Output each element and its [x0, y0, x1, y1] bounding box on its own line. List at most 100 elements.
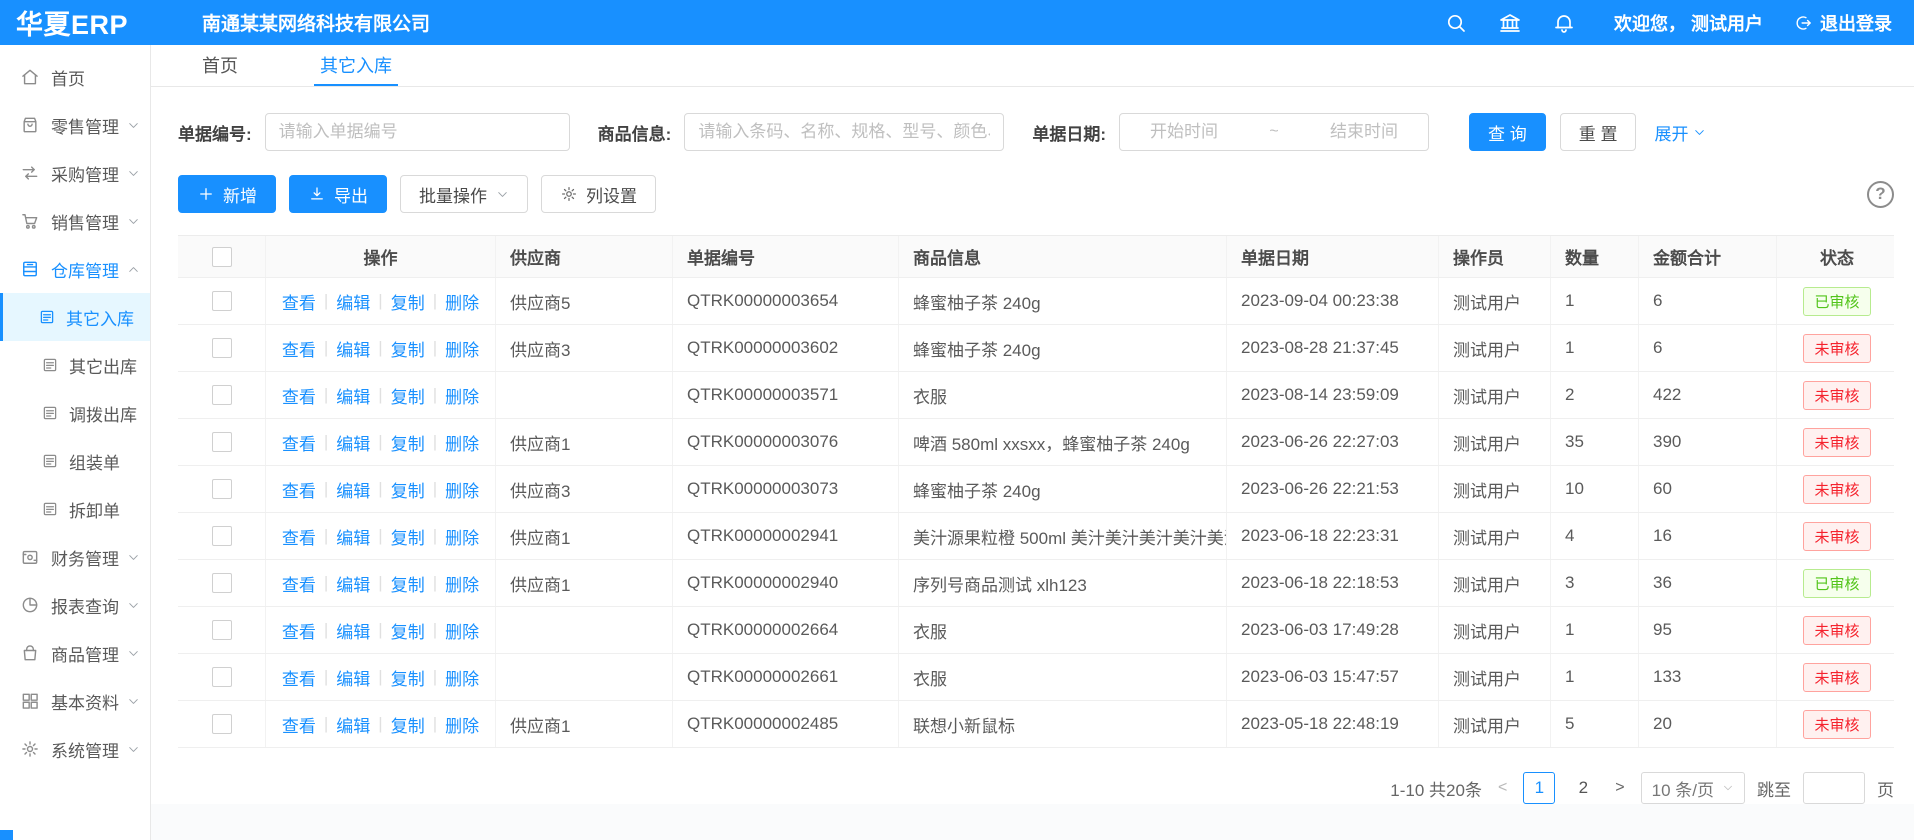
row-action-copy[interactable]: 复制: [391, 289, 425, 314]
row-checkbox[interactable]: [212, 338, 232, 358]
row-action-view[interactable]: 查看: [282, 289, 316, 314]
row-action-edit[interactable]: 编辑: [336, 571, 370, 596]
row-action-copy[interactable]: 复制: [391, 618, 425, 643]
tab-0[interactable]: 首页: [196, 45, 244, 86]
cell-operator: 测试用户: [1439, 466, 1551, 512]
row-action-view[interactable]: 查看: [282, 712, 316, 737]
cell-date: 2023-06-18 22:18:53: [1227, 560, 1439, 606]
bank-icon[interactable]: [1498, 11, 1522, 35]
sidebar-item-6[interactable]: 报表查询: [0, 581, 150, 629]
row-action-delete[interactable]: 删除: [445, 383, 479, 408]
row-action-view[interactable]: 查看: [282, 430, 316, 455]
row-action-copy[interactable]: 复制: [391, 665, 425, 690]
tab-1[interactable]: 其它入库: [314, 45, 398, 86]
product-info-input[interactable]: [684, 113, 1004, 151]
sidebar-item-0[interactable]: 首页: [0, 53, 150, 101]
export-button[interactable]: 导出: [289, 175, 387, 213]
sidebar-item-1[interactable]: 零售管理: [0, 101, 150, 149]
next-page-button[interactable]: >: [1611, 779, 1628, 797]
logout-button[interactable]: 退出登录: [1793, 10, 1892, 36]
row-action-view[interactable]: 查看: [282, 477, 316, 502]
row-action-view[interactable]: 查看: [282, 665, 316, 690]
row-action-edit[interactable]: 编辑: [336, 383, 370, 408]
row-action-view[interactable]: 查看: [282, 336, 316, 361]
sidebar-item-8[interactable]: 基本资料: [0, 677, 150, 725]
row-action-edit[interactable]: 编辑: [336, 430, 370, 455]
row-action-copy[interactable]: 复制: [391, 430, 425, 455]
sidebar-item-2[interactable]: 采购管理: [0, 149, 150, 197]
row-action-copy[interactable]: 复制: [391, 383, 425, 408]
batch-actions-button[interactable]: 批量操作: [400, 175, 528, 213]
row-action-delete[interactable]: 删除: [445, 571, 479, 596]
select-all-checkbox[interactable]: [212, 247, 232, 267]
row-checkbox[interactable]: [212, 479, 232, 499]
prev-page-button[interactable]: <: [1494, 779, 1511, 797]
sidebar-item-7[interactable]: 商品管理: [0, 629, 150, 677]
row-actions: 查看|编辑|复制|删除: [266, 419, 496, 465]
row-checkbox[interactable]: [212, 667, 232, 687]
row-action-edit[interactable]: 编辑: [336, 618, 370, 643]
row-action-view[interactable]: 查看: [282, 383, 316, 408]
search-icon[interactable]: [1444, 11, 1468, 35]
add-button[interactable]: 新增: [178, 175, 276, 213]
row-checkbox[interactable]: [212, 573, 232, 593]
reset-button[interactable]: 重 置: [1560, 113, 1637, 151]
sidebar-item-4[interactable]: 仓库管理: [0, 245, 150, 293]
row-action-copy[interactable]: 复制: [391, 524, 425, 549]
sidebar-subitem-4-3[interactable]: 组装单: [0, 437, 150, 485]
help-button[interactable]: ?: [1867, 181, 1894, 208]
sidebar-subitem-4-2[interactable]: 调拨出库: [0, 389, 150, 437]
row-checkbox[interactable]: [212, 385, 232, 405]
row-checkbox[interactable]: [212, 526, 232, 546]
row-action-delete[interactable]: 删除: [445, 618, 479, 643]
row-action-view[interactable]: 查看: [282, 524, 316, 549]
row-action-view[interactable]: 查看: [282, 618, 316, 643]
main-layout: 首页零售管理采购管理销售管理仓库管理其它入库其它出库调拨出库组装单拆卸单财务管理…: [0, 45, 1914, 840]
row-action-copy[interactable]: 复制: [391, 477, 425, 502]
row-action-delete[interactable]: 删除: [445, 665, 479, 690]
row-action-edit[interactable]: 编辑: [336, 289, 370, 314]
row-actions: 查看|编辑|复制|删除: [266, 560, 496, 606]
row-action-delete[interactable]: 删除: [445, 477, 479, 502]
row-action-copy[interactable]: 复制: [391, 571, 425, 596]
expand-link[interactable]: 展开: [1654, 120, 1706, 145]
sidebar-collapse-handle[interactable]: [0, 830, 13, 840]
bill-no-input[interactable]: [265, 113, 570, 151]
sidebar-item-3[interactable]: 销售管理: [0, 197, 150, 245]
row-action-delete[interactable]: 删除: [445, 712, 479, 737]
row-action-delete[interactable]: 删除: [445, 336, 479, 361]
column-settings-button[interactable]: 列设置: [541, 175, 656, 213]
welcome-text: 欢迎您， 测试用户: [1614, 10, 1763, 36]
row-action-delete[interactable]: 删除: [445, 289, 479, 314]
row-checkbox[interactable]: [212, 432, 232, 452]
row-action-edit[interactable]: 编辑: [336, 665, 370, 690]
page-button-1[interactable]: 1: [1523, 772, 1555, 804]
bell-icon[interactable]: [1552, 11, 1576, 35]
sidebar-subitem-4-1[interactable]: 其它出库: [0, 341, 150, 389]
row-action-view[interactable]: 查看: [282, 571, 316, 596]
sidebar-item-9[interactable]: 系统管理: [0, 725, 150, 773]
page-size-select[interactable]: 10 条/页: [1641, 772, 1745, 804]
sidebar-subitem-4-0[interactable]: 其它入库: [0, 293, 150, 341]
row-checkbox[interactable]: [212, 620, 232, 640]
row-action-copy[interactable]: 复制: [391, 712, 425, 737]
row-action-edit[interactable]: 编辑: [336, 524, 370, 549]
row-action-edit[interactable]: 编辑: [336, 477, 370, 502]
row-action-edit[interactable]: 编辑: [336, 336, 370, 361]
row-action-copy[interactable]: 复制: [391, 336, 425, 361]
column-header: 状态: [1777, 236, 1897, 277]
page-button-2[interactable]: 2: [1567, 772, 1599, 804]
row-action-edit[interactable]: 编辑: [336, 712, 370, 737]
date-range-picker[interactable]: ~: [1119, 113, 1429, 151]
sidebar-subitem-4-4[interactable]: 拆卸单: [0, 485, 150, 533]
row-checkbox[interactable]: [212, 714, 232, 734]
sidebar-item-5[interactable]: 财务管理: [0, 533, 150, 581]
row-checkbox[interactable]: [212, 291, 232, 311]
row-action-delete[interactable]: 删除: [445, 524, 479, 549]
date-end-input[interactable]: [1300, 122, 1428, 142]
date-start-input[interactable]: [1120, 122, 1248, 142]
search-button[interactable]: 查 询: [1469, 113, 1546, 151]
jump-page-input[interactable]: [1803, 772, 1865, 804]
sidebar-item-label: 基本资料: [51, 689, 119, 714]
row-action-delete[interactable]: 删除: [445, 430, 479, 455]
